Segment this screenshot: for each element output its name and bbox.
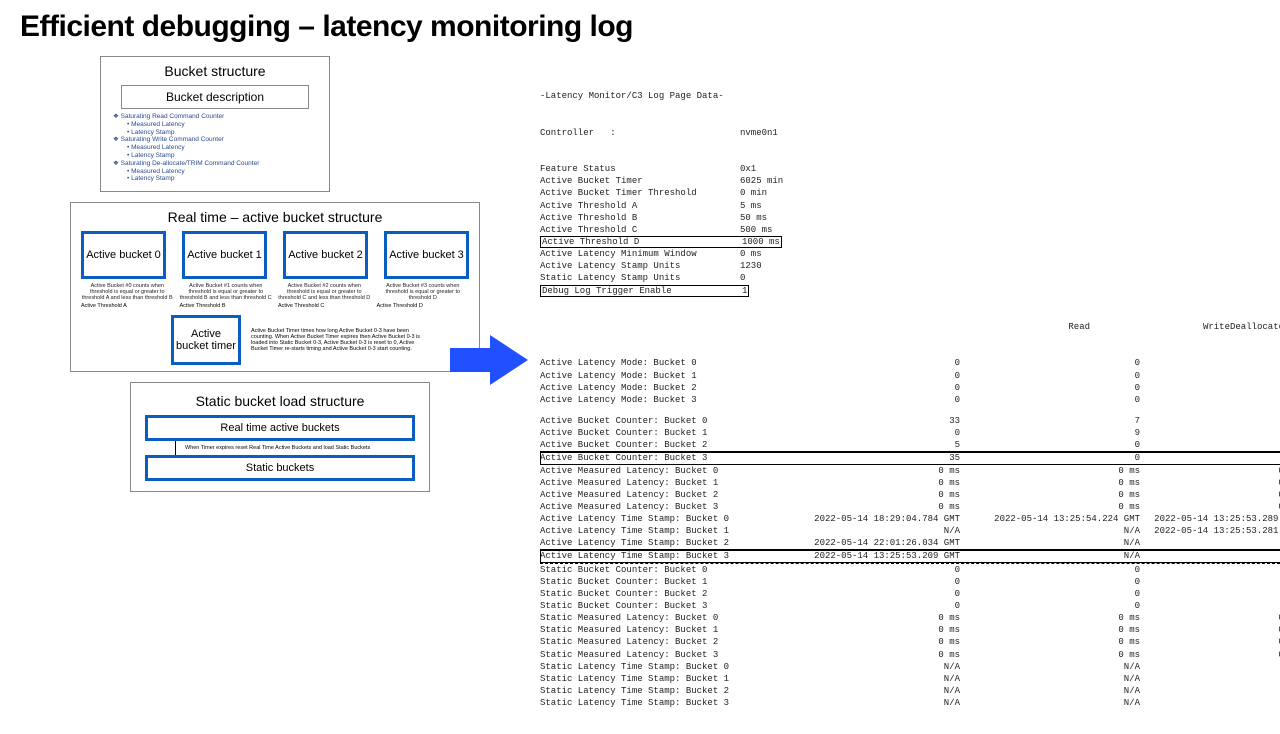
bucket-structure-list: Saturating Read Command CounterMeasured …	[111, 113, 319, 183]
bucket-structure-title: Bucket structure	[111, 63, 319, 79]
bucket-desc: Active Bucket #0 counts when threshold i…	[81, 283, 174, 301]
bucket-item: Saturating Write Command Counter	[113, 136, 319, 144]
log-field: Active Threshold D1000 ms	[540, 236, 1280, 248]
realtime-active-buckets-box: Real time active buckets	[145, 415, 415, 441]
threshold-label: Active Threshold C	[278, 303, 371, 309]
col-read: Read	[900, 321, 1090, 333]
controller-key: Controller :	[540, 127, 740, 139]
bucket-subitem: Latency Stamp	[113, 175, 319, 183]
log-table-header: Read Write Deallocate/Trim	[540, 321, 1280, 333]
active-bucket-box: Active bucket 3	[384, 231, 469, 279]
log-row: Active Latency Time Stamp: Bucket 1N/AN/…	[540, 525, 1280, 537]
timer-description: Active Bucket Timer times how long Activ…	[251, 328, 431, 352]
log-row: Static Bucket Counter: Bucket 2000	[540, 588, 1280, 600]
log-row: Static Measured Latency: Bucket 30 ms0 m…	[540, 649, 1280, 661]
log-row: Active Bucket Counter: Bucket 0337147	[540, 415, 1280, 427]
log-field: Debug Log Trigger Enable1	[540, 285, 1280, 297]
log-field: Active Bucket Timer Threshold0 min	[540, 187, 1280, 199]
bucket-description-box: Bucket description	[121, 85, 309, 109]
log-row: Static Latency Time Stamp: Bucket 1N/AN/…	[540, 673, 1280, 685]
log-row: Active Latency Mode: Bucket 2000	[540, 382, 1280, 394]
log-output: -Latency Monitor/C3 Log Page Data- Contr…	[480, 56, 1280, 734]
realtime-panel: Real time – active bucket structure Acti…	[70, 202, 480, 372]
log-row: Static Measured Latency: Bucket 20 ms0 m…	[540, 636, 1280, 648]
log-header: -Latency Monitor/C3 Log Page Data-	[540, 90, 1280, 102]
bucket-desc-row: Active Bucket #0 counts when threshold i…	[81, 283, 469, 301]
log-row: Active Latency Mode: Bucket 1000	[540, 370, 1280, 382]
bucket-subitem: Measured Latency	[113, 144, 319, 152]
log-field: Active Threshold C500 ms	[540, 224, 1280, 236]
log-field: Feature Status0x1	[540, 163, 1280, 175]
log-row: Active Measured Latency: Bucket 00 ms0 m…	[540, 465, 1280, 477]
log-row: Static Measured Latency: Bucket 10 ms0 m…	[540, 624, 1280, 636]
log-row: Static Bucket Counter: Bucket 1000	[540, 576, 1280, 588]
bucket-subitem: Measured Latency	[113, 121, 319, 129]
active-bucket-timer-box: Active bucket timer	[171, 315, 241, 365]
log-field: Active Latency Minimum Window0 ms	[540, 248, 1280, 260]
active-bucket-row: Active bucket 0 Active bucket 1 Active buc…	[81, 231, 469, 279]
static-panel-title: Static bucket load structure	[145, 393, 415, 409]
bucket-item: Saturating De-allocate/TRIM Command Coun…	[113, 160, 319, 168]
active-bucket-box: Active bucket 2	[283, 231, 368, 279]
arrow-icon	[450, 330, 530, 390]
log-row: Active Latency Time Stamp: Bucket 02022-…	[540, 513, 1280, 525]
log-row: Active Measured Latency: Bucket 20 ms0 m…	[540, 489, 1280, 501]
log-row: Static Latency Time Stamp: Bucket 2N/AN/…	[540, 685, 1280, 697]
log-field: Active Latency Stamp Units1230	[540, 260, 1280, 272]
log-row: Active Latency Time Stamp: Bucket 32022-…	[540, 550, 1280, 562]
threshold-row: Active Threshold A Active Threshold B Acti…	[81, 303, 469, 309]
log-field: Active Bucket Timer6025 min	[540, 175, 1280, 187]
log-field: Active Threshold B50 ms	[540, 212, 1280, 224]
log-row: Static Measured Latency: Bucket 00 ms0 m…	[540, 612, 1280, 624]
log-row: Active Latency Time Stamp: Bucket 22022-…	[540, 537, 1280, 550]
log-row: Active Latency Mode: Bucket 0000	[540, 357, 1280, 369]
log-row: Active Measured Latency: Bucket 10 ms0 m…	[540, 477, 1280, 489]
bucket-subitem: Measured Latency	[113, 168, 319, 176]
log-row: Active Measured Latency: Bucket 30 ms0 m…	[540, 501, 1280, 513]
log-field: Active Threshold A5 ms	[540, 200, 1280, 212]
bucket-desc: Active Bucket #3 counts when threshold i…	[377, 283, 470, 301]
log-row: Active Bucket Counter: Bucket 2500	[540, 439, 1280, 452]
timer-expire-note: When Timer expires reset Real Time Activ…	[145, 441, 415, 455]
page-title: Efficient debugging – latency monitoring…	[20, 10, 1260, 44]
log-row: Static Bucket Counter: Bucket 0000	[540, 563, 1280, 576]
log-field: Static Latency Stamp Units0	[540, 272, 1280, 284]
threshold-label: Active Threshold B	[180, 303, 273, 309]
static-buckets-box: Static buckets	[145, 455, 415, 481]
log-row: Static Latency Time Stamp: Bucket 3N/AN/…	[540, 697, 1280, 709]
bucket-structure-panel: Bucket structure Bucket description Satu…	[100, 56, 330, 192]
threshold-label: Active Threshold A	[81, 303, 174, 309]
static-bucket-panel: Static bucket load structure Real time a…	[130, 382, 430, 492]
bucket-subitem: Latency Stamp	[113, 152, 319, 160]
bucket-desc: Active Bucket #2 counts when threshold i…	[278, 283, 371, 301]
controller-value: nvme0n1	[740, 128, 778, 138]
log-row: Static Latency Time Stamp: Bucket 0N/AN/…	[540, 661, 1280, 673]
log-row: Active Bucket Counter: Bucket 33500	[540, 452, 1280, 464]
log-row: Active Bucket Counter: Bucket 1090	[540, 427, 1280, 439]
threshold-label: Active Threshold D	[377, 303, 470, 309]
log-row: Active Latency Mode: Bucket 3000	[540, 394, 1280, 406]
log-row: Static Bucket Counter: Bucket 3000	[540, 600, 1280, 612]
active-bucket-box: Active bucket 1	[182, 231, 267, 279]
bucket-subitem: Latency Stamp	[113, 129, 319, 137]
col-dealloc: Deallocate/Trim	[1230, 321, 1280, 333]
realtime-title: Real time – active bucket structure	[81, 209, 469, 225]
active-bucket-box: Active bucket 0	[81, 231, 166, 279]
bucket-item: Saturating Read Command Counter	[113, 113, 319, 121]
bucket-desc: Active Bucket #1 counts when threshold i…	[180, 283, 273, 301]
col-write: Write	[1090, 321, 1230, 333]
